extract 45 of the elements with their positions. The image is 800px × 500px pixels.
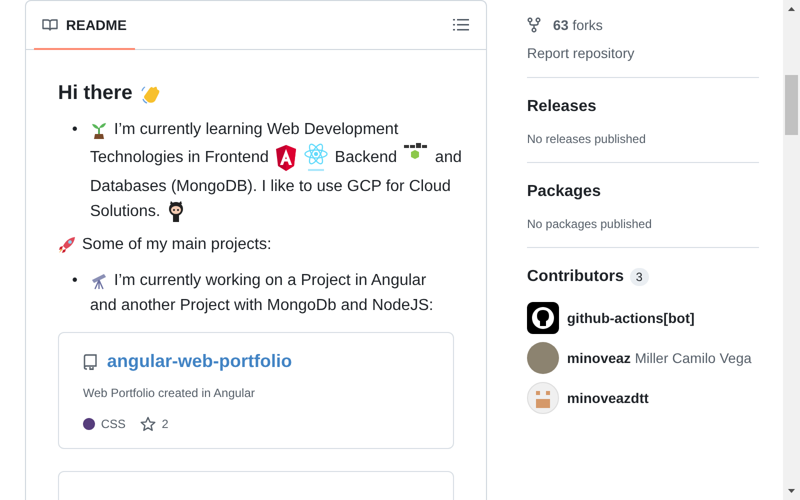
avatar-photo-placeholder[interactable] <box>527 342 559 374</box>
readme-text: and another Project with MongoDb and NodeJS: <box>90 296 434 314</box>
list-bullet: • <box>72 271 79 291</box>
list-icon[interactable] <box>453 18 469 32</box>
readme-text: Some of my main projects: <box>82 236 272 254</box>
report-repository-link[interactable]: Report repository <box>527 45 634 61</box>
language-label: CSS <box>101 417 126 431</box>
repository-link[interactable]: angular-web-portfolio <box>107 351 292 372</box>
section-heading[interactable]: Contributors <box>527 268 624 286</box>
telescope-icon <box>90 272 108 290</box>
count-badge: 3 <box>630 268 649 286</box>
readme-text: Solutions. <box>90 202 160 220</box>
readme-text: I’m currently working on a Project in Angular <box>114 272 426 290</box>
fork-icon <box>527 17 541 33</box>
empty-state-text: No releases published <box>527 132 646 146</box>
forks-count[interactable]: 63 forks <box>553 17 603 33</box>
section-heading[interactable]: Packages <box>527 183 601 201</box>
repository-description: Web Portfolio created in Angular <box>83 386 256 400</box>
readme-text: and <box>435 149 462 167</box>
readme-heading: Hi there <box>58 82 132 105</box>
avatar-icon[interactable] <box>527 302 559 334</box>
readme-tab[interactable]: README <box>34 2 135 50</box>
scrollbar[interactable] <box>783 0 800 500</box>
book-icon <box>42 17 58 33</box>
readme-text: Technologies in Frontend <box>90 149 269 167</box>
contributor-login[interactable]: minoveazdtt <box>567 390 649 406</box>
atom-logo-icon <box>302 142 329 174</box>
readme-text: I’m currently learning Web Development <box>114 120 398 138</box>
contributor-login[interactable]: minoveaz <box>567 350 631 366</box>
scrollbar-thumb[interactable] <box>785 75 798 135</box>
contributor-login[interactable]: github-actions[bot] <box>567 310 695 326</box>
section-heading[interactable]: Releases <box>527 98 596 116</box>
repository-card[interactable]: angular-web-portfolio Web Portfolio created in Angular CSS 2 <box>58 332 454 449</box>
shield-logo-icon <box>274 144 297 172</box>
contributor-name: Miller Camilo Vega <box>634 350 752 366</box>
rocket-icon <box>58 236 76 254</box>
hexagon-logo-icon <box>403 142 430 160</box>
list-bullet: • <box>72 120 79 140</box>
star-icon <box>140 416 156 432</box>
readme-text: Databases (MongoDB). I like to use GCP for Cloud <box>90 178 451 196</box>
star-count: 2 <box>162 417 168 431</box>
repository-icon <box>83 354 97 370</box>
seedling-icon <box>90 120 108 138</box>
readme-text: Backend <box>334 149 398 167</box>
empty-state-text: No packages published <box>527 217 652 231</box>
